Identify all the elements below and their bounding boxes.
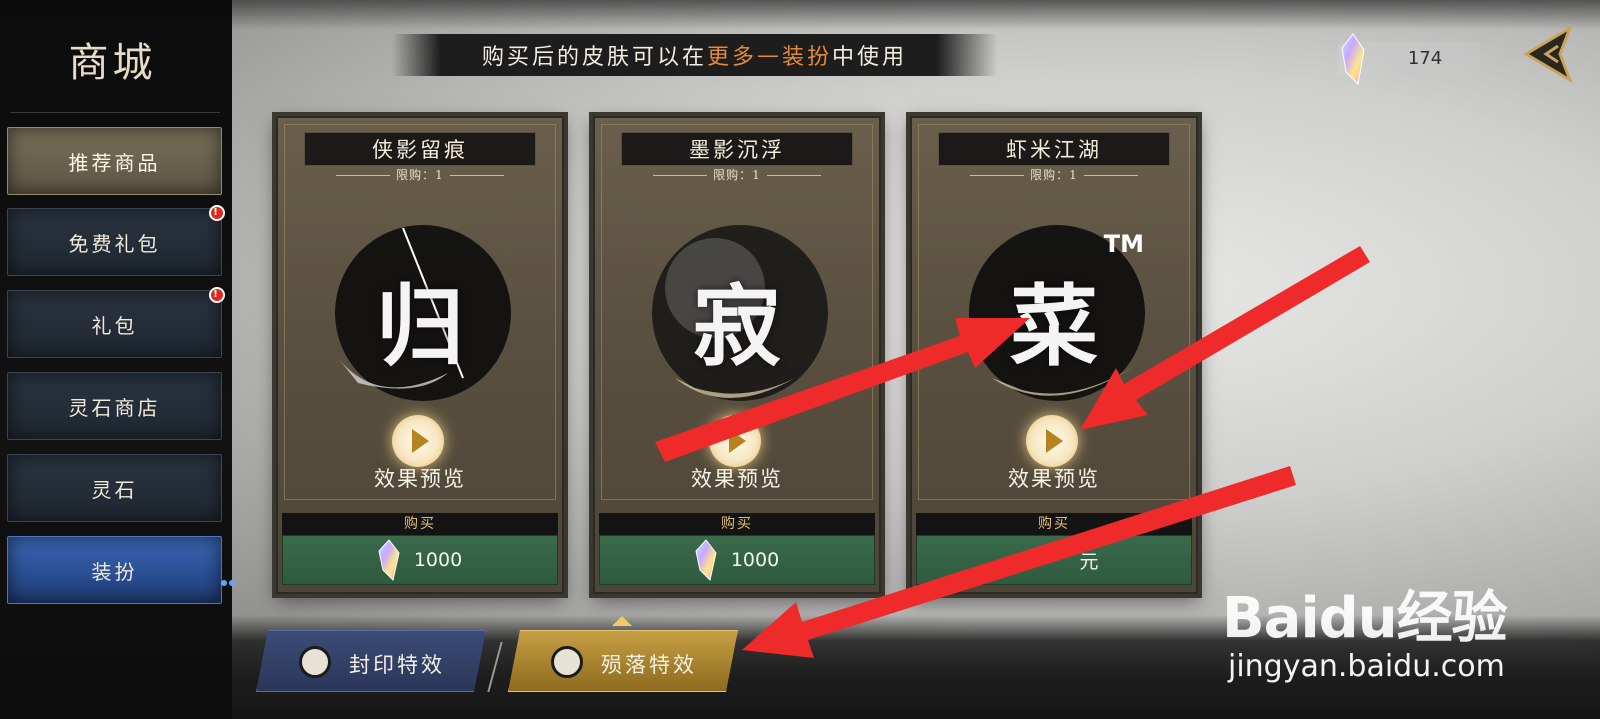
notification-badge: !: [209, 287, 225, 303]
sidebar-item-dress-up[interactable]: 装扮: [7, 536, 235, 604]
purchase-limit: 限购：1: [278, 166, 562, 183]
ink-seal-art: [652, 225, 828, 401]
banner-separator: —: [757, 42, 782, 68]
preview-label[interactable]: 效果预览: [912, 463, 1196, 493]
sidebar-item-label: 灵石: [91, 477, 138, 502]
sidebar-item-spirit-stone-shop[interactable]: 灵石商店: [7, 372, 222, 440]
buy-label: 购买: [599, 513, 875, 535]
sidebar-item-free-gift[interactable]: 免费礼包 !: [7, 205, 225, 276]
buy-label: 购买: [282, 513, 558, 535]
sidebar-item-label: 灵石商店: [68, 395, 161, 420]
crystal-icon: [378, 539, 400, 581]
back-button[interactable]: [1520, 24, 1572, 84]
play-preview-button[interactable]: [392, 415, 444, 467]
buy-button[interactable]: 1000: [282, 535, 558, 585]
sidebar-item-label: 推荐商品: [68, 150, 161, 175]
skin-card-2: 墨影沉浮 限购：1 寂 效果预览 购买 1000: [593, 116, 881, 594]
preview-label[interactable]: 效果预览: [595, 463, 879, 493]
active-indicator: [221, 567, 239, 586]
price-value: 元: [1079, 550, 1099, 573]
buy-label: 购买: [916, 513, 1192, 535]
banner-text: 购买后的皮肤可以在: [481, 45, 707, 70]
seal-effect-icon: [299, 646, 331, 678]
banner-highlight-dress: 装扮: [782, 45, 833, 70]
card-title: 墨影沉浮: [621, 132, 853, 166]
tab-label: 封印特效: [349, 653, 445, 677]
sidebar-item-label: 装扮: [91, 559, 138, 584]
page-title: 商城: [68, 40, 157, 86]
tab-fall-effect[interactable]: 殒落特效: [508, 630, 738, 692]
skin-card-1: 侠影留痕 限购：1 归 效果预览 购买 1000: [276, 116, 564, 594]
card-title: 虾米江湖: [938, 132, 1170, 166]
purchase-limit: 限购：1: [595, 166, 879, 183]
preview-label[interactable]: 效果预览: [278, 463, 562, 493]
banner-highlight-more: 更多: [706, 45, 757, 70]
play-preview-button[interactable]: [1026, 415, 1078, 467]
title-divider: [10, 112, 220, 113]
tab-seal-effect[interactable]: 封印特效: [256, 630, 486, 692]
sidebar-item-label: 礼包: [91, 313, 138, 338]
price-value: 1000: [413, 549, 463, 571]
sidebar-item-spirit-stone[interactable]: 灵石: [7, 454, 222, 522]
stage-background: 商城 推荐商品 免费礼包 ! 礼包 ! 灵石商店 灵石 装扮 购买后的皮肤可以在…: [0, 0, 1600, 719]
banner-text-end: 中使用: [832, 45, 908, 70]
buy-button[interactable]: 1000: [599, 535, 875, 585]
purchase-limit: 限购：1: [912, 166, 1196, 183]
sidebar-item-gift-pack[interactable]: 礼包 !: [7, 287, 225, 358]
ink-seal-art: [335, 225, 511, 401]
active-tab-pointer: [612, 616, 632, 626]
tab-label: 殒落特效: [601, 653, 697, 677]
trademark-mark: TM: [1103, 230, 1144, 258]
ink-top-wash: [230, 0, 1600, 30]
info-banner: 购买后的皮肤可以在 更多 — 装扮 中使用: [392, 34, 997, 76]
currency-value: 174: [1407, 48, 1443, 69]
buy-button[interactable]: 元: [916, 535, 1192, 585]
card-title: 侠影留痕: [304, 132, 536, 166]
play-preview-button[interactable]: [709, 415, 761, 467]
skin-card-3: 虾米江湖 限购：1 菜 TM 效果预览 购买 元: [910, 116, 1198, 594]
notification-badge: !: [209, 205, 225, 221]
sidebar-item-label: 免费礼包: [68, 231, 161, 256]
fall-effect-icon: [551, 646, 583, 678]
crystal-icon: [1341, 33, 1365, 86]
sidebar-item-recommended[interactable]: 推荐商品: [7, 127, 222, 195]
crystal-icon: [695, 539, 717, 581]
price-value: 1000: [730, 549, 780, 571]
sidebar: 商城 推荐商品 免费礼包 ! 礼包 ! 灵石商店 灵石 装扮: [0, 0, 235, 719]
